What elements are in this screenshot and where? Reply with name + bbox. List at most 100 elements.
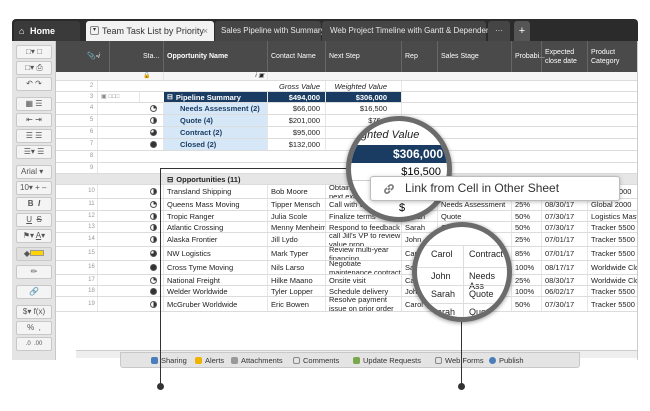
indent-button[interactable]: ⇤ ⇥ (16, 113, 52, 127)
alerts-button[interactable]: Alerts (195, 353, 224, 369)
cell-date[interactable]: 07/01/17 (542, 233, 588, 246)
header-next-step[interactable]: Next Step (326, 41, 402, 72)
header-close-date[interactable]: Expected close date (542, 41, 588, 72)
cell-prob[interactable]: 100% (512, 261, 542, 274)
cell-contact[interactable]: Bob Moore (268, 185, 326, 198)
home-tab[interactable]: ⌂ Home (14, 21, 80, 41)
cell-contact[interactable]: Hilke Maano (268, 275, 326, 285)
header-rep[interactable]: Rep (402, 41, 438, 72)
close-tab-icon[interactable]: × (203, 21, 208, 41)
cell-prob[interactable]: 50% (512, 222, 542, 232)
header-opportunity-name[interactable]: Opportunity Name (164, 41, 268, 72)
cell-contact[interactable]: Eric Bowen (268, 297, 326, 311)
cell-prob[interactable]: 50% (512, 211, 542, 221)
cell-product[interactable]: Tracker 5500 (588, 247, 637, 260)
table-row[interactable]: 3 ▣ □□□ ⊟ Pipeline Summary $494,000 $306,… (56, 92, 637, 103)
cell-contact[interactable]: Jill Lydo (268, 233, 326, 246)
collapse-icon[interactable]: ⊟ (167, 175, 173, 184)
percent-button[interactable]: % , (16, 321, 52, 335)
cell-next[interactable]: Respond to feedback (326, 222, 402, 232)
table-row[interactable]: 5 Quote (4) $201,000 $76,2 (56, 115, 637, 127)
row-collapse-icon[interactable]: ▣ □□□ (98, 92, 140, 102)
cell-product[interactable]: Tracker 5500 (588, 286, 637, 296)
tab-team-task-list[interactable]: ▾ Team Task List by Priority × (86, 21, 214, 41)
cell-opp[interactable]: Queens Mass Moving (164, 199, 268, 210)
currency-formula-buttons[interactable]: $▾ f(x) (16, 305, 52, 319)
cell-date[interactable]: 07/30/17 (542, 297, 588, 311)
header-row-tools[interactable]: 📎 ▫ i (56, 41, 110, 72)
table-row[interactable]: 18 Welder Worldwide Tyler Lopper Schedule d… (56, 286, 637, 297)
underline-strike-buttons[interactable]: U S (16, 213, 52, 227)
update-requests-button[interactable]: Update Requests (353, 353, 421, 369)
cell-prob[interactable]: 25% (512, 233, 542, 246)
cell-date[interactable]: 06/02/17 (542, 286, 588, 296)
cell-prob[interactable]: 50% (512, 297, 542, 311)
cell-prob[interactable]: 85% (512, 247, 542, 260)
cell-date[interactable]: 07/30/17 (542, 211, 588, 221)
cell-next[interactable]: Onsite visit (326, 275, 402, 285)
link-button[interactable]: 🔗 (16, 285, 52, 299)
header-product-category[interactable]: Product Category (588, 41, 637, 72)
table-row[interactable]: 16 Cross Tyme Moving Nils Larso Negotiate m… (56, 261, 637, 275)
cell-product[interactable]: Tracker 5500 (588, 222, 637, 232)
cell-contact[interactable]: Menny Menheim (268, 222, 326, 232)
header-contact-name[interactable]: Contact Name (268, 41, 326, 72)
cell-date[interactable]: 08/30/17 (542, 275, 588, 285)
cell-next[interactable]: Resolve payment issue on prior order (326, 297, 402, 311)
cell-opp[interactable]: Welder Worldwide (164, 286, 268, 296)
cell-opp[interactable]: Cross Tyme Moving (164, 261, 268, 274)
paint-format-button[interactable]: ✏ (16, 265, 52, 279)
table-row[interactable]: 17 National Freight Hilke Maano Onsite visi… (56, 275, 637, 286)
cell-opp[interactable]: Transland Shipping (164, 185, 268, 198)
cell-prob[interactable]: 25% (512, 275, 542, 285)
web-forms-button[interactable]: Web Forms (435, 353, 484, 369)
tab-sales-pipeline[interactable]: Sales Pipeline with Summary (215, 21, 325, 41)
cell-opp[interactable]: Atlantic Crossing (164, 222, 268, 232)
new-row-button[interactable]: □▾ □ (16, 45, 52, 59)
cell-product[interactable]: Worldwide Close (588, 261, 637, 274)
align-button[interactable]: ☰ ☰ (16, 129, 52, 143)
publish-button[interactable]: Publish (489, 353, 524, 369)
cell-product[interactable]: Tracker 5500 (588, 233, 637, 246)
cell-date[interactable]: 07/01/17 (542, 247, 588, 260)
table-row[interactable]: 15 NW Logistics Mark Typer Review multi-yea… (56, 247, 637, 261)
cell-next[interactable]: Schedule delivery (326, 286, 402, 296)
table-row[interactable]: 6 Contract (2) $95,000 (56, 127, 637, 139)
decimal-buttons[interactable]: .0 .00 (16, 337, 52, 351)
table-row[interactable]: 7 Closed (2) $132,000 (56, 139, 637, 151)
table-row[interactable]: 14 Alaska Frontier Jill Lydo call Jill's VP… (56, 233, 637, 247)
more-tabs-button[interactable]: ··· (488, 21, 510, 41)
cell-opp[interactable]: NW Logistics (164, 247, 268, 260)
grid-view-button[interactable]: ▦ ☰ (16, 97, 52, 111)
table-row[interactable]: 4 Needs Assessment (2) $66,000 $16,500 (56, 103, 637, 115)
sort-button[interactable]: ☰▾ ☰ (16, 145, 52, 159)
collapse-icon[interactable]: ⊟ (167, 93, 173, 102)
cell-opp[interactable]: Tropic Ranger (164, 211, 268, 221)
header-status[interactable]: Sta... (140, 41, 164, 72)
highlight-button[interactable]: ◆ (16, 247, 52, 261)
cell-date[interactable]: 07/30/17 (542, 222, 588, 232)
font-size-select[interactable]: 10▾ + – (16, 181, 52, 195)
cell-opp[interactable]: McGruber Worldwide (164, 297, 268, 311)
font-select[interactable]: Arial ▾ (16, 165, 52, 179)
cell-next[interactable]: Review multi-year financing (326, 247, 402, 260)
tab-web-project-timeline[interactable]: Web Project Timeline with Gantt & Depend… (322, 21, 505, 41)
sheet-menu-icon[interactable]: ▾ (90, 26, 99, 35)
cell-contact[interactable]: Julia Scole (268, 211, 326, 221)
header-probability[interactable]: Probabi... (512, 41, 545, 72)
cell-opp[interactable]: Alaska Frontier (164, 233, 268, 246)
cell-product[interactable]: Logistics Master (588, 211, 637, 221)
add-tab-button[interactable]: + (514, 21, 530, 41)
cell-contact[interactable]: Tipper Mensch (268, 199, 326, 210)
sharing-button[interactable]: Sharing (151, 353, 187, 369)
bold-italic-buttons[interactable]: B I (16, 197, 52, 211)
table-row[interactable]: 19 McGruber Worldwide Eric Bowen Resolve pa… (56, 297, 637, 312)
undo-redo-button[interactable]: ↶ ↷ (16, 77, 52, 91)
cell-next[interactable]: call Jill's VP to review value prop (326, 233, 402, 246)
table-row[interactable]: 13 Atlantic Crossing Menny Menheim Respond … (56, 222, 637, 233)
cell-contact[interactable]: Mark Typer (268, 247, 326, 260)
fill-text-color-buttons[interactable]: ⚑▾ A▾ (16, 229, 52, 243)
cell-stage[interactable]: Quote (438, 211, 512, 221)
table-row[interactable]: 12 Tropic Ranger Julia Scole Finalize terms… (56, 211, 637, 222)
comments-button[interactable]: Comments (293, 353, 339, 369)
